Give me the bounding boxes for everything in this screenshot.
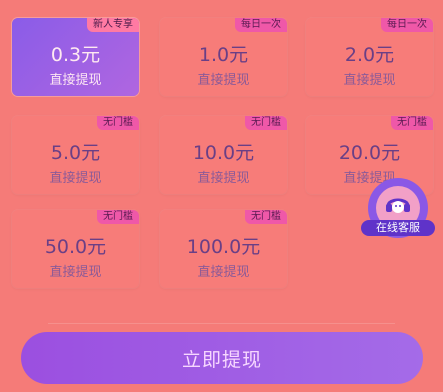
option-badge: 无门槛 <box>245 210 287 224</box>
option-badge: 无门槛 <box>97 210 139 224</box>
option-subtitle: 直接提现 <box>49 265 102 280</box>
divider <box>48 323 395 324</box>
option-amount: 1.0元 <box>198 44 249 66</box>
withdraw-now-button[interactable]: 立即提现 <box>21 332 423 384</box>
withdraw-option-10-0[interactable]: 无门槛 10.0元 直接提现 <box>160 116 287 194</box>
option-badge: 无门槛 <box>97 116 139 130</box>
option-badge: 每日一次 <box>381 18 433 32</box>
option-amount: 100.0元 <box>186 236 261 258</box>
withdraw-option-100-0[interactable]: 无门槛 100.0元 直接提现 <box>160 210 287 288</box>
withdraw-option-5-0[interactable]: 无门槛 5.0元 直接提现 <box>12 116 139 194</box>
option-badge: 新人专享 <box>87 18 139 32</box>
withdraw-option-2-0[interactable]: 每日一次 2.0元 直接提现 <box>306 18 433 96</box>
option-subtitle: 直接提现 <box>343 73 396 88</box>
withdraw-option-0-3[interactable]: 新人专享 0.3元 直接提现 <box>12 18 139 96</box>
service-label: 在线客服 <box>361 220 435 236</box>
option-amount: 20.0元 <box>338 142 401 164</box>
withdraw-option-1-0[interactable]: 每日一次 1.0元 直接提现 <box>160 18 287 96</box>
option-subtitle: 直接提现 <box>49 73 102 88</box>
option-badge: 无门槛 <box>245 116 287 130</box>
option-subtitle: 直接提现 <box>49 171 102 186</box>
option-amount: 0.3元 <box>50 44 101 66</box>
option-amount: 2.0元 <box>344 44 395 66</box>
online-service-button[interactable]: 在线客服 <box>361 178 435 240</box>
option-amount: 5.0元 <box>50 142 101 164</box>
option-subtitle: 直接提现 <box>197 73 250 88</box>
withdraw-option-50-0[interactable]: 无门槛 50.0元 直接提现 <box>12 210 139 288</box>
option-amount: 10.0元 <box>192 142 255 164</box>
option-subtitle: 直接提现 <box>197 265 250 280</box>
option-badge: 无门槛 <box>391 116 433 130</box>
customer-service-icon <box>386 198 410 213</box>
withdraw-options-grid: 新人专享 0.3元 直接提现 每日一次 1.0元 直接提现 每日一次 2.0元 … <box>12 18 438 288</box>
option-badge: 每日一次 <box>235 18 287 32</box>
option-amount: 50.0元 <box>44 236 107 258</box>
option-subtitle: 直接提现 <box>197 171 250 186</box>
